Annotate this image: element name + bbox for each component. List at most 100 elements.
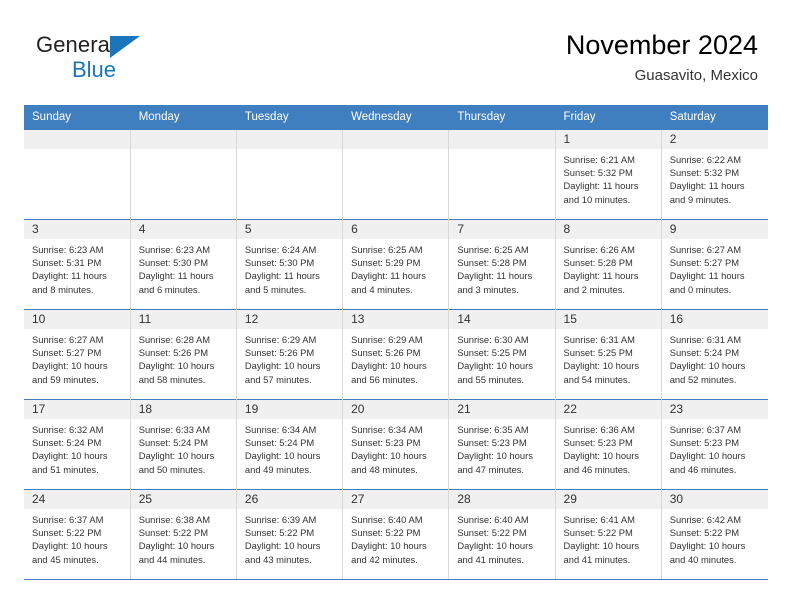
day-details: Sunrise: 6:33 AM Sunset: 5:24 PM Dayligh… <box>131 419 235 476</box>
sunset-text: Sunset: 5:27 PM <box>669 257 740 269</box>
day-cell[interactable]: 13 Sunrise: 6:29 AM Sunset: 5:26 PM Dayl… <box>342 309 450 400</box>
day-cell[interactable]: 28 Sunrise: 6:40 AM Sunset: 5:22 PM Dayl… <box>448 489 556 580</box>
day-number: 2 <box>662 130 768 149</box>
day-cell[interactable]: 20 Sunrise: 6:34 AM Sunset: 5:23 PM Dayl… <box>342 399 450 490</box>
day-details: Sunrise: 6:41 AM Sunset: 5:22 PM Dayligh… <box>556 509 660 566</box>
day-number: 20 <box>343 400 448 419</box>
calendar-body: 1 Sunrise: 6:21 AM Sunset: 5:32 PM Dayli… <box>24 129 768 580</box>
calendar-page: General Blue November 2024 Guasavito, Me… <box>0 0 792 612</box>
day-details: Sunrise: 6:26 AM Sunset: 5:28 PM Dayligh… <box>556 239 660 296</box>
sunrise-text: Sunrise: 6:34 AM <box>244 424 317 435</box>
sunset-text: Sunset: 5:27 PM <box>32 347 102 359</box>
sunset-text: Sunset: 5:31 PM <box>32 257 102 269</box>
sunrise-text: Sunrise: 6:31 AM <box>669 334 742 345</box>
sunrise-text: Sunrise: 6:29 AM <box>351 334 423 345</box>
location-subtitle: Guasavito, Mexico <box>634 67 758 84</box>
day-details: Sunrise: 6:27 AM Sunset: 5:27 PM Dayligh… <box>662 239 767 296</box>
day-number: 19 <box>237 400 342 419</box>
day-cell[interactable]: 25 Sunrise: 6:38 AM Sunset: 5:22 PM Dayl… <box>129 489 237 580</box>
day-number: 27 <box>343 490 448 509</box>
weekday-header-friday: Friday <box>555 105 662 130</box>
day-cell[interactable]: 21 Sunrise: 6:35 AM Sunset: 5:23 PM Dayl… <box>448 399 556 490</box>
day-cell[interactable]: 14 Sunrise: 6:30 AM Sunset: 5:25 PM Dayl… <box>448 309 556 400</box>
daylight-text: Daylight: 10 hours and 41 minutes. <box>563 540 640 565</box>
day-details: Sunrise: 6:31 AM Sunset: 5:24 PM Dayligh… <box>662 329 767 386</box>
day-details: Sunrise: 6:32 AM Sunset: 5:24 PM Dayligh… <box>24 419 129 476</box>
day-cell[interactable]: 23 Sunrise: 6:37 AM Sunset: 5:23 PM Dayl… <box>660 399 768 490</box>
day-cell[interactable]: 1 Sunrise: 6:21 AM Sunset: 5:32 PM Dayli… <box>554 129 662 220</box>
daylight-text: Daylight: 10 hours and 54 minutes. <box>563 360 640 385</box>
general-blue-logo[interactable]: General Blue <box>36 32 166 84</box>
day-details: Sunrise: 6:38 AM Sunset: 5:22 PM Dayligh… <box>131 509 235 566</box>
day-cell[interactable]: 18 Sunrise: 6:33 AM Sunset: 5:24 PM Dayl… <box>129 399 237 490</box>
day-cell[interactable]: 7 Sunrise: 6:25 AM Sunset: 5:28 PM Dayli… <box>448 219 556 310</box>
sunset-text: Sunset: 5:22 PM <box>669 527 740 539</box>
day-cell[interactable]: 27 Sunrise: 6:40 AM Sunset: 5:22 PM Dayl… <box>342 489 450 580</box>
day-cell[interactable]: 22 Sunrise: 6:36 AM Sunset: 5:23 PM Dayl… <box>554 399 662 490</box>
sunset-text: Sunset: 5:23 PM <box>563 437 633 449</box>
day-cell[interactable]: 16 Sunrise: 6:31 AM Sunset: 5:24 PM Dayl… <box>660 309 768 400</box>
page-title: November 2024 <box>565 30 758 60</box>
day-cell[interactable]: 4 Sunrise: 6:23 AM Sunset: 5:30 PM Dayli… <box>129 219 237 310</box>
daylight-text: Daylight: 10 hours and 55 minutes. <box>457 360 533 385</box>
day-cell[interactable]: 8 Sunrise: 6:26 AM Sunset: 5:28 PM Dayli… <box>554 219 662 310</box>
day-cell[interactable]: 19 Sunrise: 6:34 AM Sunset: 5:24 PM Dayl… <box>235 399 344 490</box>
day-cell[interactable]: 11 Sunrise: 6:28 AM Sunset: 5:26 PM Dayl… <box>129 309 237 400</box>
daylight-text: Daylight: 10 hours and 50 minutes. <box>138 450 215 475</box>
day-details: Sunrise: 6:40 AM Sunset: 5:22 PM Dayligh… <box>450 509 554 566</box>
day-number: 21 <box>449 400 555 419</box>
day-cell[interactable]: 5 Sunrise: 6:24 AM Sunset: 5:30 PM Dayli… <box>235 219 344 310</box>
day-details: Sunrise: 6:31 AM Sunset: 5:25 PM Dayligh… <box>556 329 660 386</box>
logo-text-general: General <box>36 32 115 57</box>
sunset-text: Sunset: 5:23 PM <box>669 437 740 449</box>
logo-text-blue: Blue <box>72 57 117 82</box>
daylight-text: Daylight: 10 hours and 46 minutes. <box>669 450 746 475</box>
day-cell[interactable]: 26 Sunrise: 6:39 AM Sunset: 5:22 PM Dayl… <box>235 489 344 580</box>
day-number: 28 <box>449 490 555 509</box>
daylight-text: Daylight: 10 hours and 52 minutes. <box>669 360 746 385</box>
day-details: Sunrise: 6:28 AM Sunset: 5:26 PM Dayligh… <box>131 329 235 386</box>
day-cell[interactable]: 24 Sunrise: 6:37 AM Sunset: 5:22 PM Dayl… <box>24 489 131 580</box>
day-cell[interactable]: 29 Sunrise: 6:41 AM Sunset: 5:22 PM Dayl… <box>554 489 662 580</box>
day-cell-empty <box>235 129 344 220</box>
daylight-text: Daylight: 11 hours and 3 minutes. <box>457 270 533 295</box>
day-cell[interactable]: 10 Sunrise: 6:27 AM Sunset: 5:27 PM Dayl… <box>24 309 131 400</box>
sunrise-text: Sunrise: 6:31 AM <box>563 334 635 345</box>
day-number: 30 <box>662 490 768 509</box>
day-cell[interactable]: 6 Sunrise: 6:25 AM Sunset: 5:29 PM Dayli… <box>342 219 450 310</box>
daylight-text: Daylight: 10 hours and 44 minutes. <box>138 540 215 565</box>
sunset-text: Sunset: 5:30 PM <box>244 257 315 269</box>
sunrise-text: Sunrise: 6:30 AM <box>457 334 529 345</box>
day-number: 17 <box>24 400 130 419</box>
day-details: Sunrise: 6:37 AM Sunset: 5:22 PM Dayligh… <box>24 509 129 566</box>
day-cell[interactable]: 30 Sunrise: 6:42 AM Sunset: 5:22 PM Dayl… <box>660 489 768 580</box>
day-number: 9 <box>662 220 768 239</box>
weekday-header-wednesday: Wednesday <box>342 105 450 130</box>
day-cell[interactable]: 2 Sunrise: 6:22 AM Sunset: 5:32 PM Dayli… <box>660 129 768 220</box>
day-details: Sunrise: 6:42 AM Sunset: 5:22 PM Dayligh… <box>662 509 767 566</box>
sunrise-text: Sunrise: 6:27 AM <box>32 334 104 345</box>
sunset-text: Sunset: 5:24 PM <box>32 437 102 449</box>
daylight-text: Daylight: 10 hours and 51 minutes. <box>32 450 108 475</box>
sunset-text: Sunset: 5:25 PM <box>457 347 527 359</box>
day-details: Sunrise: 6:39 AM Sunset: 5:22 PM Dayligh… <box>237 509 341 566</box>
daylight-text: Daylight: 10 hours and 46 minutes. <box>563 450 640 475</box>
day-cell[interactable]: 9 Sunrise: 6:27 AM Sunset: 5:27 PM Dayli… <box>660 219 768 310</box>
calendar-week-row: 1 Sunrise: 6:21 AM Sunset: 5:32 PM Dayli… <box>24 129 768 220</box>
day-cell[interactable]: 17 Sunrise: 6:32 AM Sunset: 5:24 PM Dayl… <box>24 399 131 490</box>
day-cell[interactable]: 3 Sunrise: 6:23 AM Sunset: 5:31 PM Dayli… <box>24 219 131 310</box>
sunset-text: Sunset: 5:24 PM <box>244 437 315 449</box>
day-details: Sunrise: 6:34 AM Sunset: 5:23 PM Dayligh… <box>344 419 448 476</box>
sunrise-text: Sunrise: 6:40 AM <box>351 514 423 525</box>
day-details: Sunrise: 6:35 AM Sunset: 5:23 PM Dayligh… <box>450 419 554 476</box>
weekday-header-monday: Monday <box>130 105 237 130</box>
day-cell-empty <box>342 129 450 220</box>
sunrise-text: Sunrise: 6:34 AM <box>351 424 423 435</box>
daylight-text: Daylight: 10 hours and 49 minutes. <box>244 450 321 475</box>
day-number: 8 <box>556 220 661 239</box>
day-cell[interactable]: 15 Sunrise: 6:31 AM Sunset: 5:25 PM Dayl… <box>554 309 662 400</box>
calendar-week-row: 24 Sunrise: 6:37 AM Sunset: 5:22 PM Dayl… <box>24 489 768 580</box>
sunrise-text: Sunrise: 6:26 AM <box>563 244 635 255</box>
sunrise-text: Sunrise: 6:35 AM <box>457 424 529 435</box>
day-cell[interactable]: 12 Sunrise: 6:29 AM Sunset: 5:26 PM Dayl… <box>235 309 344 400</box>
